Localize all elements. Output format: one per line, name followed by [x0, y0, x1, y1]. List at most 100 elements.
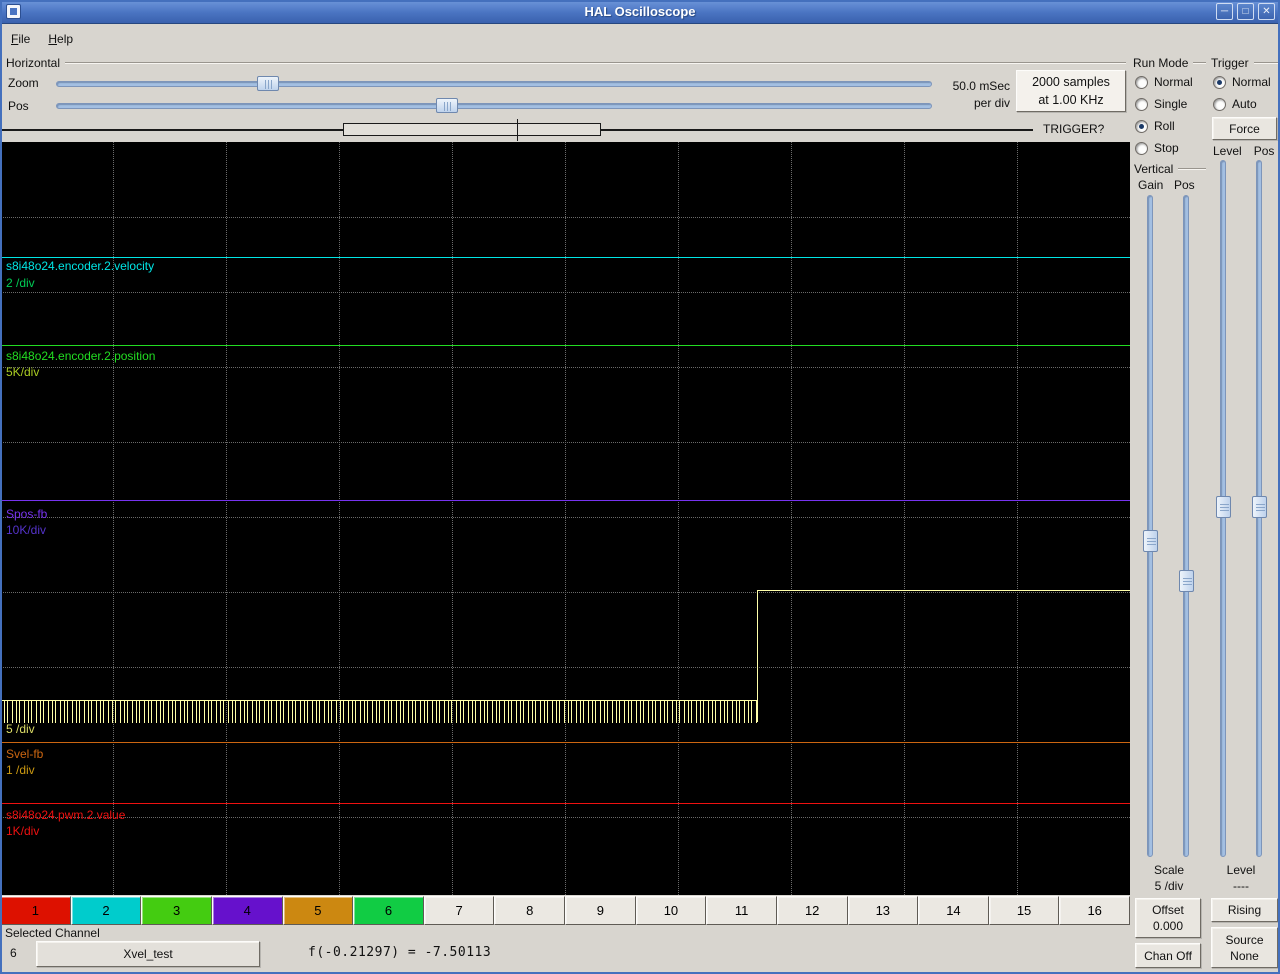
channel-button-10[interactable]: 10 — [635, 896, 707, 925]
trace-svel-fb — [0, 742, 1130, 743]
frame-groove — [1193, 61, 1206, 64]
trigger-level-slider[interactable] — [1216, 160, 1231, 857]
trace-xvel-pulse-train — [0, 700, 757, 723]
hpos-slider-thumb[interactable] — [436, 98, 458, 113]
menu-file[interactable]: File — [2, 28, 39, 50]
trigger-auto[interactable]: Auto — [1213, 93, 1271, 115]
offset-button[interactable]: Offset 0.000 — [1135, 898, 1201, 938]
trigger-pos-slider[interactable] — [1252, 160, 1267, 857]
record-window — [343, 123, 601, 136]
vertical-frame: Vertical — [1134, 161, 1206, 176]
zoom-label: Zoom — [8, 76, 39, 90]
channel-name-label: Svel-fb — [6, 747, 44, 761]
trigger-level-slider-thumb[interactable] — [1216, 496, 1231, 518]
frame-groove — [65, 61, 1126, 64]
source-button-label: Source — [1225, 932, 1264, 947]
trigger-level-col-label: Level — [1213, 144, 1242, 158]
run-mode-roll[interactable]: Roll — [1135, 115, 1193, 137]
trace-xvel-step — [757, 590, 758, 722]
channel-scale-label: 1K/div — [6, 824, 40, 838]
channel-scale-label: 1 /div — [6, 763, 35, 777]
vertical-pos-slider[interactable] — [1179, 195, 1194, 857]
hpos-slider-trough[interactable] — [56, 103, 932, 109]
channel-button-8[interactable]: 8 — [494, 896, 565, 925]
scope-display: s8i48o24.encoder.2.velocity 2 /div s8i48… — [0, 142, 1130, 895]
channel-button-11[interactable]: 11 — [706, 896, 777, 925]
force-button[interactable]: Force — [1212, 117, 1277, 140]
chan-off-button[interactable]: Chan Off — [1135, 943, 1201, 968]
window-title: HAL Oscilloscope — [584, 4, 696, 19]
titlebar[interactable]: HAL Oscilloscope ─ □ ✕ — [0, 0, 1280, 24]
zoom-slider-thumb[interactable] — [257, 76, 279, 91]
radio-icon[interactable] — [1135, 97, 1148, 111]
scale-label: Scale — [1153, 863, 1185, 877]
radio-icon[interactable] — [1135, 119, 1148, 133]
channel-button-5[interactable]: 5 — [282, 896, 354, 925]
trigger-frame: Trigger — [1211, 55, 1278, 70]
horizontal-frame: Horizontal — [6, 55, 1126, 70]
trigger-source-button[interactable]: Source None — [1211, 927, 1278, 968]
vpos-label: Pos — [1174, 178, 1195, 192]
zoom-slider[interactable] — [56, 76, 932, 91]
record-length-button[interactable]: 2000 samples at 1.00 KHz — [1016, 70, 1126, 112]
channel-button-9[interactable]: 9 — [565, 896, 636, 925]
run-mode-options: Normal Single Roll Stop — [1135, 71, 1193, 159]
channel-scale-label: 5 /div — [6, 722, 35, 736]
vertical-pos-slider-thumb[interactable] — [1179, 570, 1194, 592]
channel-button-13[interactable]: 13 — [847, 896, 919, 925]
radio-icon[interactable] — [1135, 75, 1148, 89]
run-mode-label: Run Mode — [1133, 55, 1189, 70]
channel-button-4[interactable]: 4 — [211, 896, 283, 925]
minimize-icon[interactable]: ─ — [1216, 3, 1233, 20]
channel-button-6[interactable]: 6 — [353, 896, 424, 925]
channel-button-row: 1 2 3 4 5 6 7 8 9 10 11 12 13 14 15 16 — [0, 896, 1130, 925]
channel-button-2[interactable]: 2 — [70, 896, 142, 925]
maximize-icon[interactable]: □ — [1237, 3, 1254, 20]
trigger-column-headers: Level Pos — [1213, 144, 1275, 158]
hpos-slider[interactable] — [56, 98, 932, 113]
trace-pwm-value — [0, 803, 1130, 804]
channel-button-14[interactable]: 14 — [918, 896, 989, 925]
trigger-level-value: ---- — [1233, 879, 1249, 893]
channel-button-7[interactable]: 7 — [423, 896, 495, 925]
radio-label: Stop — [1154, 141, 1179, 155]
trigger-pos-slider-thumb[interactable] — [1252, 496, 1267, 518]
gain-slider[interactable] — [1143, 195, 1158, 857]
channel-name-label: s8i48o24.encoder.2.position — [6, 349, 156, 363]
channel-button-16[interactable]: 16 — [1059, 896, 1130, 925]
edge-button[interactable]: Rising — [1211, 898, 1278, 922]
run-mode-single[interactable]: Single — [1135, 93, 1193, 115]
trigger-level-label: Level — [1226, 863, 1256, 877]
radio-icon[interactable] — [1135, 141, 1148, 155]
offset-button-label: Offset — [1152, 903, 1184, 917]
channel-button-12[interactable]: 12 — [776, 896, 848, 925]
channel-scale-label: 5K/div — [6, 365, 40, 379]
frame-groove — [1178, 167, 1206, 170]
radio-icon[interactable] — [1213, 75, 1226, 89]
horizontal-frame-label: Horizontal — [6, 55, 61, 70]
trigger-normal[interactable]: Normal — [1213, 71, 1271, 93]
channel-button-3[interactable]: 3 — [141, 896, 212, 925]
radio-label: Single — [1154, 97, 1188, 111]
channel-scale-label: 2 /div — [6, 276, 35, 290]
trigger-pos-col-label: Pos — [1253, 144, 1275, 158]
run-mode-normal[interactable]: Normal — [1135, 71, 1193, 93]
channel-button-1[interactable]: 1 — [0, 896, 71, 925]
source-button-value: None — [1230, 948, 1259, 963]
gain-slider-trough[interactable] — [1147, 195, 1153, 857]
channel-button-15[interactable]: 15 — [988, 896, 1060, 925]
vertical-pos-slider-trough[interactable] — [1183, 195, 1189, 857]
selected-channel-name: Xvel_test — [123, 947, 173, 961]
rate-line1: 50.0 mSec — [952, 79, 1010, 93]
radio-icon[interactable] — [1213, 97, 1226, 111]
zoom-slider-trough[interactable] — [56, 81, 932, 87]
menu-help[interactable]: Help — [39, 28, 82, 50]
close-icon[interactable]: ✕ — [1258, 3, 1275, 20]
run-mode-stop[interactable]: Stop — [1135, 137, 1193, 159]
offset-button-value: 0.000 — [1152, 919, 1184, 933]
gain-slider-thumb[interactable] — [1143, 530, 1158, 552]
selected-channel-name-box[interactable]: Xvel_test — [36, 941, 260, 967]
hpos-label: Pos — [8, 99, 29, 113]
trace-encoder-position — [0, 345, 1130, 346]
trigger-options: Normal Auto — [1213, 71, 1271, 115]
